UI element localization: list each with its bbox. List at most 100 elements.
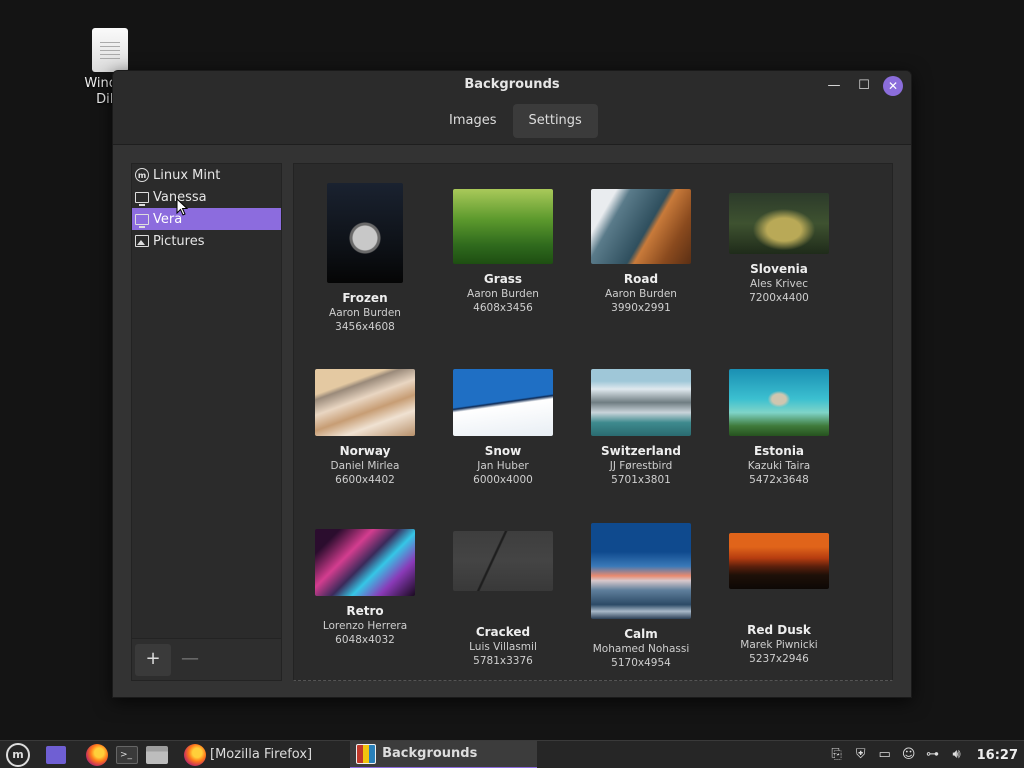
tab-settings[interactable]: Settings (512, 104, 598, 138)
window-button-firefox[interactable]: [Mozilla Firefox] (184, 741, 312, 768)
background-resolution: 5701x3801 (611, 474, 671, 486)
backgrounds-window: Backgrounds — ☐ ✕ Images Settings m Linu… (112, 70, 912, 698)
system-tray: ⎘ ⛨ ▭ ☺ ⊶ 🔊︎ 16:27 (829, 741, 1018, 768)
thumbnail-image (327, 183, 403, 283)
background-resolution: 7200x4400 (749, 292, 809, 304)
background-item-snow[interactable]: Snow Jan Huber 6000x4000 (434, 369, 572, 487)
launcher-files[interactable] (146, 741, 168, 768)
sidebar-item-pictures[interactable]: Pictures (132, 230, 281, 252)
background-resolution: 5237x2946 (749, 653, 809, 665)
sidebar-item-vanessa[interactable]: Vanessa (132, 186, 281, 208)
sidebar-footer: + — (132, 638, 281, 680)
collections-sidebar: m Linux Mint Vanessa Vera Pictures + — (131, 163, 282, 681)
clock[interactable]: 16:27 (977, 748, 1018, 763)
background-resolution: 6048x4032 (335, 634, 395, 646)
background-item-frozen[interactable]: Frozen Aaron Burden 3456x4608 (296, 183, 434, 334)
background-item-switzerland[interactable]: Switzerland JJ Førestbird 5701x3801 (572, 369, 710, 487)
thumbnail-image (453, 369, 553, 436)
background-item-calm[interactable]: Calm Mohamed Nohassi 5170x4954 (572, 523, 710, 670)
document-icon (92, 28, 128, 72)
maximize-button[interactable]: ☐ (853, 75, 875, 97)
background-resolution: 5781x3376 (473, 655, 533, 667)
background-author: Mohamed Nohassi (592, 643, 690, 655)
thumbnail-image (453, 189, 553, 264)
background-name: Snow (484, 444, 522, 458)
thumbnail-image (729, 369, 829, 436)
monitor-icon (135, 191, 149, 206)
background-author: Daniel Mirlea (330, 460, 400, 472)
sidebar-item-label: Pictures (153, 233, 205, 249)
tab-images[interactable]: Images (433, 104, 513, 138)
background-item-norway[interactable]: Norway Daniel Mirlea 6600x4402 (296, 369, 434, 487)
background-author: Lorenzo Herrera (322, 620, 408, 632)
background-name: Frozen (342, 291, 388, 305)
backgrounds-app-icon (356, 743, 377, 764)
shield-icon[interactable]: ⛨ (853, 747, 869, 763)
clipboard-icon[interactable]: ⎘ (829, 747, 845, 763)
background-item-slovenia[interactable]: Slovenia Ales Krivec 7200x4400 (710, 193, 848, 305)
background-author: Aaron Burden (605, 288, 677, 300)
thumbnail-image (591, 189, 691, 264)
thumbnail-image (453, 531, 553, 591)
window-button-label: Backgrounds (382, 746, 478, 761)
mint-icon: m (135, 168, 149, 182)
background-name: Grass (483, 272, 523, 286)
terminal-icon: >_ (116, 745, 138, 764)
titlebar[interactable]: Backgrounds — ☐ ✕ (113, 71, 911, 101)
background-author: JJ Førestbird (609, 460, 673, 472)
firefox-icon (86, 743, 108, 766)
thumbnail-image (591, 369, 691, 436)
taskbar: m >_ [Mozilla Firefox] Backgrounds ⎘ ⛨ ▭… (0, 740, 1024, 768)
background-item-estonia[interactable]: Estonia Kazuki Taira 5472x3648 (710, 369, 848, 487)
display-icon[interactable]: ▭ (877, 747, 893, 763)
background-resolution: 4608x3456 (473, 302, 533, 314)
thumbnail-image (729, 533, 829, 589)
show-desktop-button[interactable] (46, 741, 66, 768)
menu-button[interactable]: m (6, 741, 30, 768)
window-button-backgrounds[interactable]: Backgrounds (350, 740, 538, 768)
volume-icon[interactable]: 🔊︎ (949, 747, 965, 763)
launcher-firefox[interactable] (86, 741, 108, 768)
background-resolution: 5170x4954 (611, 657, 671, 669)
background-author: Kazuki Taira (747, 460, 811, 472)
background-author: Ales Krivec (750, 278, 808, 290)
background-name: Red Dusk (747, 623, 811, 637)
background-author: Luis Villasmil (469, 641, 537, 653)
background-author: Aaron Burden (329, 307, 401, 319)
sidebar-item-label: Linux Mint (153, 167, 221, 183)
background-item-cracked[interactable]: Cracked Luis Villasmil 5781x3376 (434, 531, 572, 668)
background-resolution: 3990x2991 (611, 302, 671, 314)
network-icon[interactable]: ⊶ (925, 747, 941, 763)
minimize-button[interactable]: — (823, 75, 845, 97)
mouse-cursor-icon (176, 198, 189, 216)
monitor-icon (135, 213, 149, 228)
sidebar-item-linux-mint[interactable]: m Linux Mint (132, 164, 281, 186)
background-name: Norway (339, 444, 391, 458)
background-resolution: 6600x4402 (335, 474, 395, 486)
sidebar-item-vera[interactable]: Vera (132, 208, 281, 230)
user-icon[interactable]: ☺ (901, 747, 917, 763)
backgrounds-grid: Frozen Aaron Burden 3456x4608 Grass Aaro… (293, 163, 893, 681)
remove-folder-button[interactable]: — (172, 644, 208, 676)
background-item-grass[interactable]: Grass Aaron Burden 4608x3456 (434, 189, 572, 315)
content-area: m Linux Mint Vanessa Vera Pictures + — F… (113, 145, 911, 697)
firefox-icon (184, 743, 206, 766)
window-title: Backgrounds (464, 77, 560, 92)
background-name: Estonia (753, 444, 805, 458)
background-item-retro[interactable]: Retro Lorenzo Herrera 6048x4032 (296, 529, 434, 647)
header-bar: Images Settings (113, 101, 911, 145)
background-resolution: 5472x3648 (749, 474, 809, 486)
background-item-red-dusk[interactable]: Red Dusk Marek Piwnicki 5237x2946 (710, 533, 848, 666)
thumbnail-image (315, 369, 415, 436)
close-button[interactable]: ✕ (883, 76, 903, 96)
background-resolution: 3456x4608 (335, 321, 395, 333)
thumbnail-image (729, 193, 829, 254)
picture-icon (135, 235, 149, 247)
workspace-icon (46, 745, 66, 764)
launcher-terminal[interactable]: >_ (116, 741, 138, 768)
background-name: Switzerland (601, 444, 681, 458)
background-item-road[interactable]: Road Aaron Burden 3990x2991 (572, 189, 710, 315)
window-button-label: [Mozilla Firefox] (210, 747, 313, 762)
add-folder-button[interactable]: + (135, 644, 171, 676)
background-name: Retro (346, 604, 384, 618)
